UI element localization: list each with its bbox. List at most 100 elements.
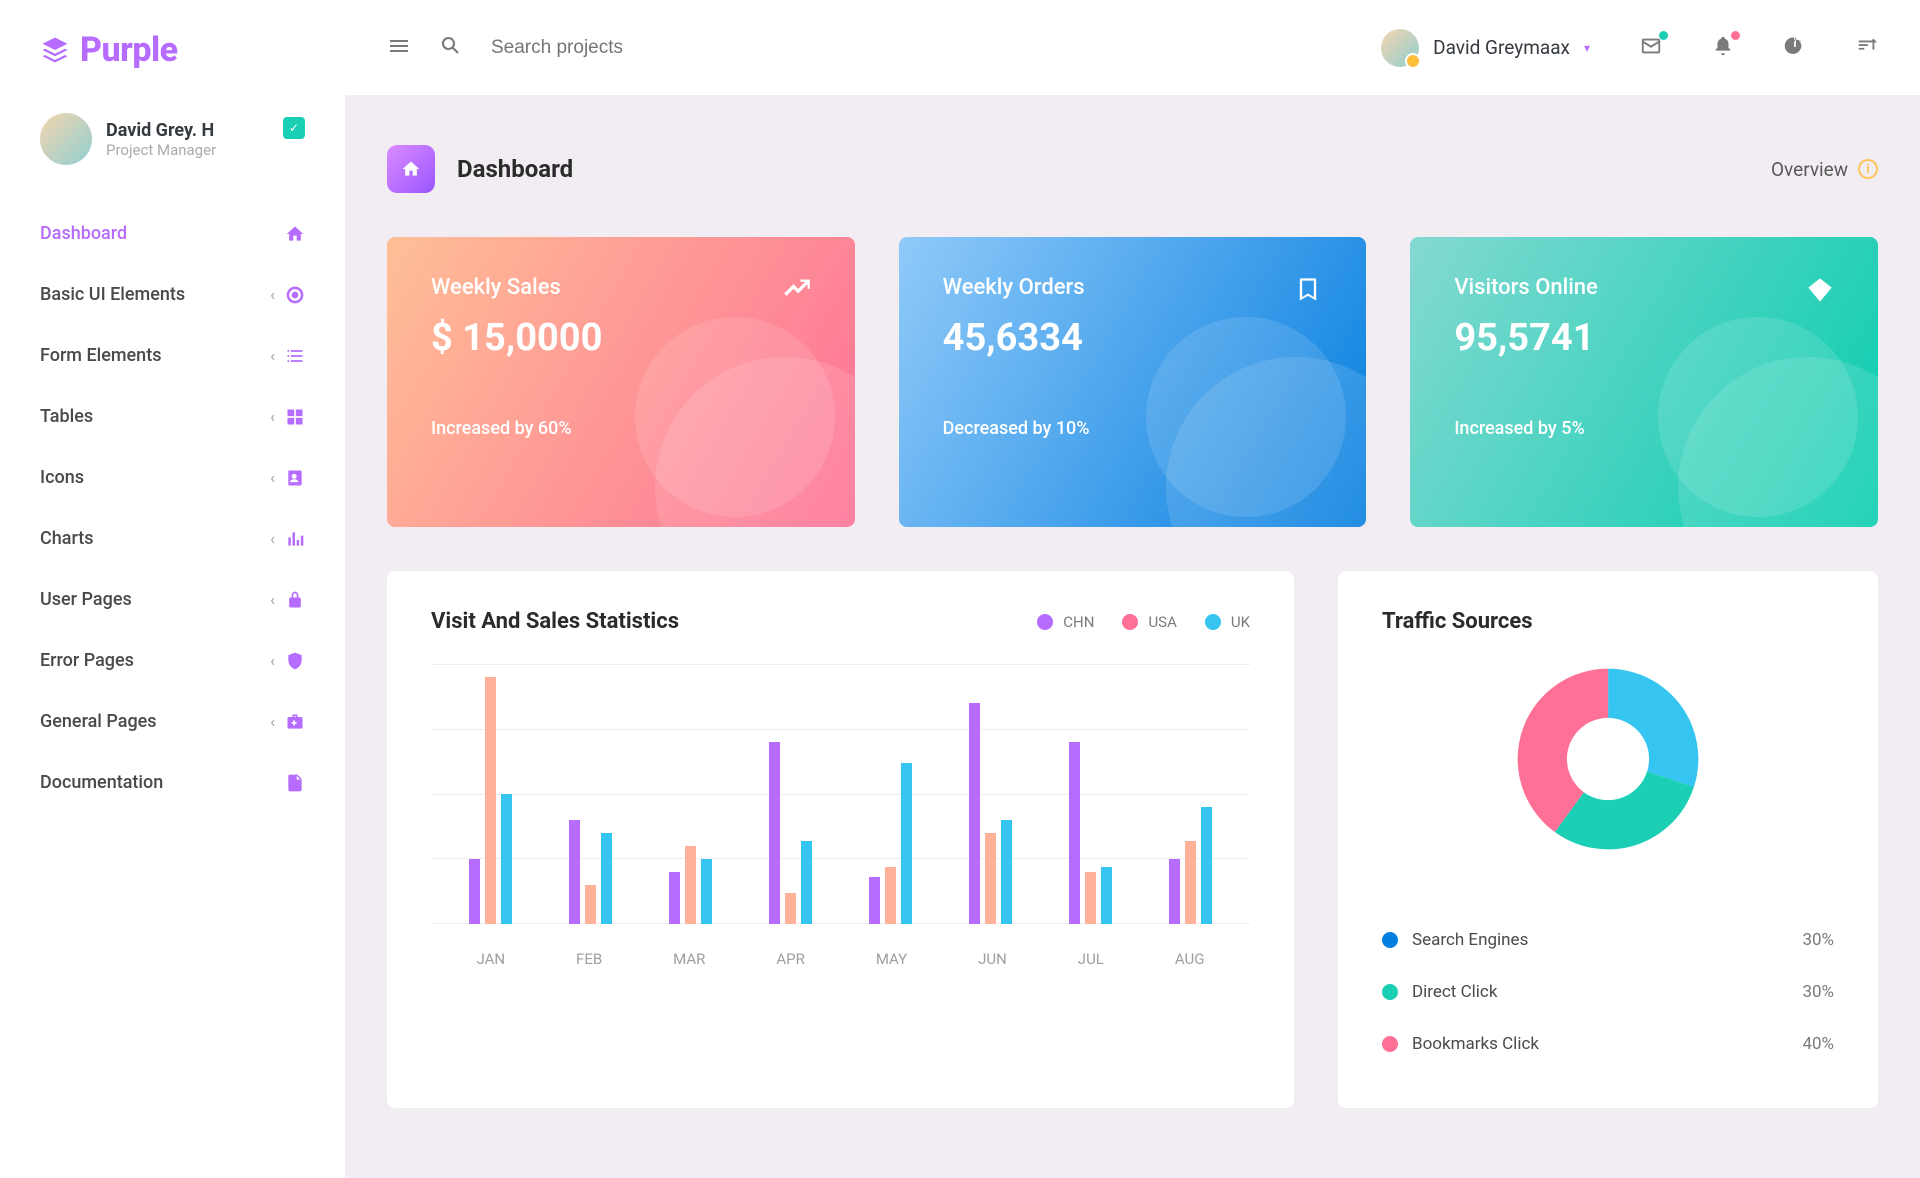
- stat-title: Visitors Online: [1454, 275, 1834, 300]
- bar: [969, 703, 980, 924]
- legend-dot: [1037, 614, 1053, 630]
- contacts-icon: [285, 468, 305, 488]
- sort-icon[interactable]: [1856, 35, 1878, 60]
- page-header: Dashboard Overview i: [387, 145, 1878, 193]
- mail-icon[interactable]: [1640, 35, 1662, 60]
- chevron-left-icon: ‹: [270, 468, 275, 487]
- sidebar: Purple David Grey. H Project Manager ✓ D…: [0, 0, 345, 1178]
- power-icon[interactable]: [1784, 35, 1806, 60]
- bar: [701, 859, 712, 924]
- stat-card-green[interactable]: Visitors Online 95,5741 Increased by 5%: [1410, 237, 1878, 527]
- bar: [769, 742, 780, 924]
- traffic-pct: 30%: [1802, 982, 1834, 1002]
- sidebar-item-form-elements[interactable]: Form Elements ‹: [0, 325, 345, 386]
- traffic-label: Direct Click: [1412, 982, 1497, 1002]
- sidebar-item-charts[interactable]: Charts ‹: [0, 508, 345, 569]
- x-label: JAN: [476, 950, 505, 968]
- bar: [569, 820, 580, 924]
- x-label: JUN: [978, 950, 1007, 968]
- lock-icon: [285, 590, 305, 610]
- sidebar-profile[interactable]: David Grey. H Project Manager ✓: [0, 95, 345, 183]
- target-icon: [285, 285, 305, 305]
- traffic-pct: 30%: [1802, 930, 1834, 950]
- traffic-legend: Search Engines 30% Direct Click 30% Book…: [1382, 914, 1834, 1070]
- bar: [685, 846, 696, 924]
- bar-group: [769, 742, 812, 924]
- bar-chart: JANFEBMARAPRMAYJUNJULAUG: [431, 664, 1250, 984]
- bar: [801, 841, 812, 924]
- legend-item: CHN: [1037, 613, 1094, 631]
- chevron-left-icon: ‹: [270, 590, 275, 609]
- nav-label: General Pages: [40, 711, 157, 732]
- bar: [885, 867, 896, 924]
- sidebar-item-general-pages[interactable]: General Pages ‹: [0, 691, 345, 752]
- legend-item: USA: [1122, 613, 1176, 631]
- chevron-left-icon: ‹: [270, 712, 275, 731]
- menu-icon[interactable]: [387, 34, 411, 62]
- traffic-label: Bookmarks Click: [1412, 1034, 1539, 1054]
- nav-label: Dashboard: [40, 223, 127, 244]
- bar-group: [1069, 742, 1112, 924]
- bar: [985, 833, 996, 924]
- chevron-left-icon: ‹: [270, 285, 275, 304]
- stat-card-red[interactable]: Weekly Sales $ 15,0000 Increased by 60%: [387, 237, 855, 527]
- bookmark-check-icon: ✓: [283, 117, 305, 139]
- bar: [1101, 867, 1112, 924]
- sidebar-item-error-pages[interactable]: Error Pages ‹: [0, 630, 345, 691]
- doc-icon: [285, 773, 305, 793]
- stats-row: Weekly Sales $ 15,0000 Increased by 60% …: [387, 237, 1878, 527]
- sidebar-item-dashboard[interactable]: Dashboard: [0, 203, 345, 264]
- stat-title: Weekly Sales: [431, 275, 811, 300]
- chart-legend: CHN USA UK: [1037, 613, 1250, 631]
- legend-dot: [1382, 932, 1398, 948]
- profile-role: Project Manager: [106, 141, 216, 159]
- profile-name: David Grey. H: [106, 120, 216, 141]
- bar-group: [469, 677, 512, 924]
- donut-chart: [1382, 634, 1834, 904]
- legend-dot: [1122, 614, 1138, 630]
- traffic-item: Bookmarks Click 40%: [1382, 1018, 1834, 1070]
- nav-label: Basic UI Elements: [40, 284, 185, 305]
- sidebar-item-documentation[interactable]: Documentation: [0, 752, 345, 813]
- sidebar-item-tables[interactable]: Tables ‹: [0, 386, 345, 447]
- x-label: MAR: [673, 950, 705, 968]
- search-icon[interactable]: [439, 34, 463, 62]
- list-icon: [285, 346, 305, 366]
- nav-label: Form Elements: [40, 345, 161, 366]
- chevron-left-icon: ‹: [270, 529, 275, 548]
- nav-label: Error Pages: [40, 650, 134, 671]
- visit-sales-card: Visit And Sales Statistics CHN USA UK JAN F…: [387, 571, 1294, 1108]
- bar: [901, 763, 912, 924]
- bar: [1085, 872, 1096, 924]
- x-label: MAY: [876, 950, 907, 968]
- search-input[interactable]: [491, 37, 791, 59]
- bar: [1169, 859, 1180, 924]
- chart-icon: [285, 529, 305, 549]
- bar-group: [869, 763, 912, 924]
- bell-icon[interactable]: [1712, 35, 1734, 60]
- nav-label: Icons: [40, 467, 84, 488]
- overview-link[interactable]: Overview i: [1771, 158, 1878, 181]
- x-label: JUL: [1078, 950, 1104, 968]
- sidebar-item-icons[interactable]: Icons ‹: [0, 447, 345, 508]
- sidebar-item-basic-ui-elements[interactable]: Basic UI Elements ‹: [0, 264, 345, 325]
- bar-group: [969, 703, 1012, 924]
- user-name: David Greymaax: [1433, 36, 1570, 59]
- chevron-left-icon: ‹: [270, 346, 275, 365]
- legend-item: UK: [1205, 613, 1250, 631]
- sidebar-item-user-pages[interactable]: User Pages ‹: [0, 569, 345, 630]
- chart-title: Visit And Sales Statistics: [431, 609, 679, 634]
- traffic-item: Search Engines 30%: [1382, 914, 1834, 966]
- user-menu[interactable]: David Greymaax ▾: [1381, 29, 1590, 67]
- home-icon: [285, 224, 305, 244]
- nav-label: Documentation: [40, 772, 163, 793]
- stat-card-blue[interactable]: Weekly Orders 45,6334 Decreased by 10%: [899, 237, 1367, 527]
- brand-logo[interactable]: Purple: [0, 20, 345, 95]
- nav-label: Tables: [40, 406, 93, 427]
- traffic-pct: 40%: [1802, 1034, 1834, 1054]
- bar: [1069, 742, 1080, 924]
- x-label: AUG: [1175, 950, 1205, 968]
- nav-label: User Pages: [40, 589, 132, 610]
- traffic-label: Search Engines: [1412, 930, 1528, 950]
- x-label: FEB: [576, 950, 602, 968]
